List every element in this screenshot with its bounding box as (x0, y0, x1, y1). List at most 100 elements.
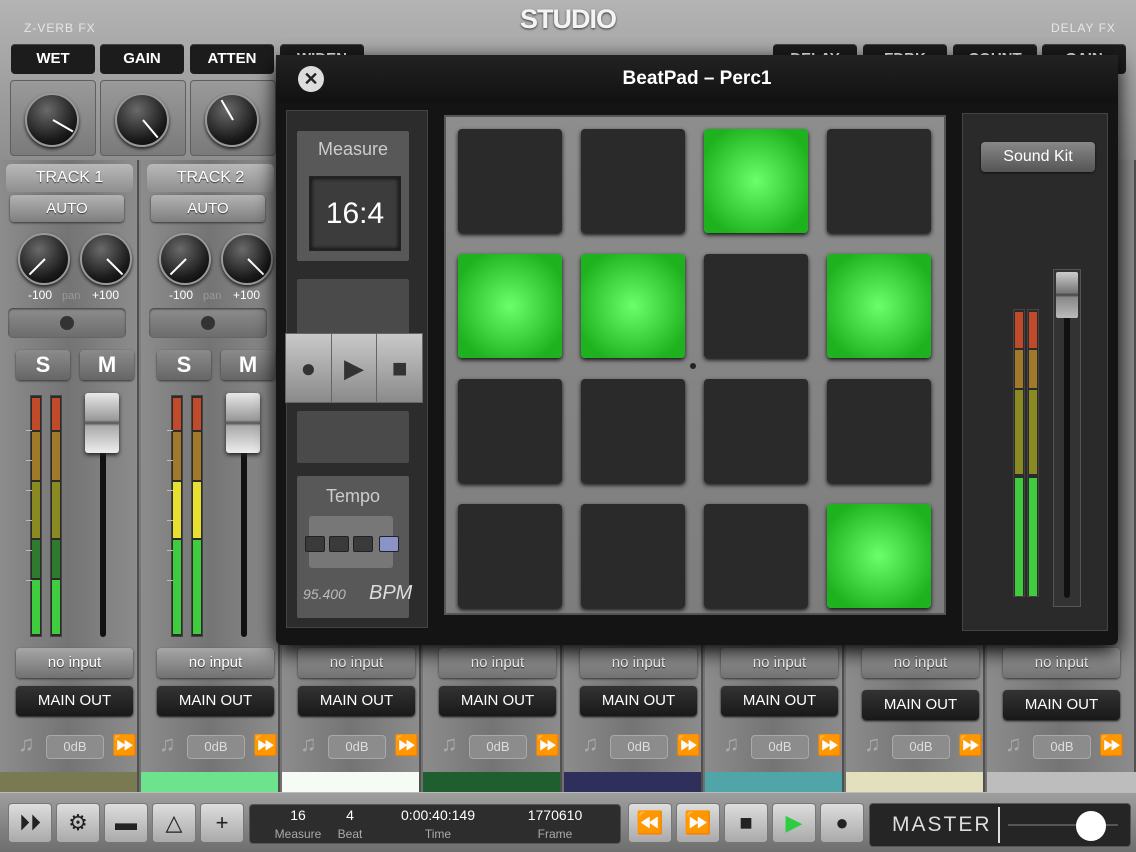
record-icon[interactable]: ● (820, 803, 864, 843)
note-icon[interactable]: ♫ (18, 732, 42, 756)
gain-knob[interactable] (115, 93, 169, 147)
beat-value: 4 (346, 807, 354, 823)
pan-knob-left[interactable] (159, 233, 211, 285)
fast-forward-icon[interactable]: ⏩ (112, 734, 137, 758)
output-select-button[interactable]: MAIN OUT (1003, 690, 1120, 720)
pan-knob-right[interactable] (80, 233, 132, 285)
beat-pad-7[interactable] (704, 254, 808, 358)
stop-icon[interactable]: ■ (377, 334, 422, 402)
level-display: 0dB (1033, 735, 1091, 759)
auto-button[interactable]: AUTO (151, 195, 265, 222)
rewind-icon[interactable]: ⏪ (628, 803, 672, 843)
solo-button[interactable]: S (157, 350, 211, 380)
master-label: MASTER (892, 813, 992, 836)
output-select-button[interactable]: MAIN OUT (157, 686, 274, 716)
input-select-button[interactable]: no input (157, 648, 274, 678)
output-select-button[interactable]: MAIN OUT (862, 690, 979, 720)
pad-grid (444, 115, 946, 615)
auto-button[interactable]: AUTO (10, 195, 124, 222)
play-icon[interactable]: ▶ (332, 334, 378, 402)
input-select-button[interactable]: no input (721, 648, 838, 678)
fast-forward-icon[interactable]: ⏩ (676, 734, 701, 758)
input-select-button[interactable]: no input (439, 648, 556, 678)
beat-pad-9[interactable] (458, 379, 562, 483)
pan-knob-right[interactable] (221, 233, 273, 285)
beat-pad-14[interactable] (581, 504, 685, 608)
record-icon[interactable]: ● (286, 334, 332, 402)
add-icon[interactable]: + (200, 803, 244, 843)
close-icon[interactable]: ✕ (298, 66, 324, 92)
output-select-button[interactable]: MAIN OUT (580, 686, 697, 716)
atten-knob[interactable] (205, 93, 259, 147)
fast-forward-icon[interactable]: ⏩ (958, 734, 983, 758)
pan-min-label: -100 (169, 288, 194, 302)
measure-value[interactable]: 16:4 (309, 176, 401, 251)
time-value: 0:00:40:149 (401, 807, 475, 823)
fast-forward-icon[interactable]: ⏩ (253, 734, 278, 758)
solo-button[interactable]: S (16, 350, 70, 380)
note-icon[interactable]: ♫ (300, 732, 324, 756)
fast-forward-icon[interactable]: ⏩ (1099, 734, 1124, 758)
beat-pad-13[interactable] (458, 504, 562, 608)
beat-pad-11[interactable] (704, 379, 808, 483)
measure-value: 16 (290, 807, 306, 823)
sound-kit-button[interactable]: Sound Kit (981, 142, 1095, 172)
input-select-button[interactable]: no input (16, 648, 133, 678)
frame-label: Frame (537, 827, 573, 841)
master-volume: MASTER (869, 803, 1131, 847)
level-meter-right (50, 395, 62, 637)
fast-forward-icon[interactable]: ⏩ (535, 734, 560, 758)
output-select-button[interactable]: MAIN OUT (439, 686, 556, 716)
beat-pad-4[interactable] (827, 129, 931, 233)
note-icon[interactable]: ♫ (582, 732, 606, 756)
mute-button[interactable]: M (221, 350, 275, 380)
note-icon[interactable]: ♫ (159, 732, 183, 756)
beat-pad-3[interactable] (704, 129, 808, 233)
note-icon[interactable]: ♫ (1005, 732, 1029, 756)
output-select-button[interactable]: MAIN OUT (721, 686, 838, 716)
beat-pad-1[interactable] (458, 129, 562, 233)
beat-pad-15[interactable] (704, 504, 808, 608)
folder-icon[interactable]: ▬ (104, 803, 148, 843)
output-select-button[interactable]: MAIN OUT (16, 686, 133, 716)
level-display: 0dB (610, 735, 668, 759)
mute-button[interactable]: M (80, 350, 134, 380)
beatpad-fader-handle[interactable] (1056, 272, 1078, 318)
beat-pad-12[interactable] (827, 379, 931, 483)
fast-forward-icon[interactable]: ⏩ (676, 803, 720, 843)
input-select-button[interactable]: no input (862, 648, 979, 678)
note-icon[interactable]: ♫ (864, 732, 888, 756)
beat-pad-8[interactable] (827, 254, 931, 358)
pan-knob-left[interactable] (18, 233, 70, 285)
beat-pad-16[interactable] (827, 504, 931, 608)
pan-label: pan (62, 290, 81, 302)
fx-label-wet: WET (11, 44, 95, 74)
input-select-button[interactable]: no input (1003, 648, 1120, 678)
volume-fader-handle[interactable] (85, 393, 119, 453)
beat-pad-5[interactable] (458, 254, 562, 358)
input-select-button[interactable]: no input (580, 648, 697, 678)
gear-icon[interactable]: ⚙ (56, 803, 100, 843)
play-icon[interactable]: ▶ (772, 803, 816, 843)
fast-forward-icon[interactable]: ⏩ (817, 734, 842, 758)
beat-pad-10[interactable] (581, 379, 685, 483)
tempo-section: Tempo 95.400 BPM (297, 476, 412, 618)
stop-icon[interactable]: ■ (724, 803, 768, 843)
beat-pad-2[interactable] (581, 129, 685, 233)
wet-knob[interactable] (25, 93, 79, 147)
beat-pad-6[interactable] (581, 254, 685, 358)
note-icon[interactable]: ♫ (441, 732, 465, 756)
note-icon[interactable]: ♫ (723, 732, 747, 756)
input-select-button[interactable]: no input (298, 648, 415, 678)
master-slider-thumb[interactable] (1076, 811, 1106, 841)
volume-fader-handle[interactable] (226, 393, 260, 453)
fast-forward-icon[interactable]: ⏩ (394, 734, 419, 758)
skip-icon[interactable]: ⏵⏵ (8, 803, 52, 843)
fx-send-slot[interactable] (149, 308, 267, 338)
metronome-icon[interactable]: △ (152, 803, 196, 843)
beatpad-transport: ● ▶ ■ (285, 333, 423, 403)
studio-app: STUDIO Z-VERB FX DELAY FX WET GAIN ATTEN… (0, 0, 1136, 852)
output-select-button[interactable]: MAIN OUT (298, 686, 415, 716)
fx-send-slot[interactable] (8, 308, 126, 338)
beatpad-volume-fader[interactable] (1053, 269, 1081, 607)
